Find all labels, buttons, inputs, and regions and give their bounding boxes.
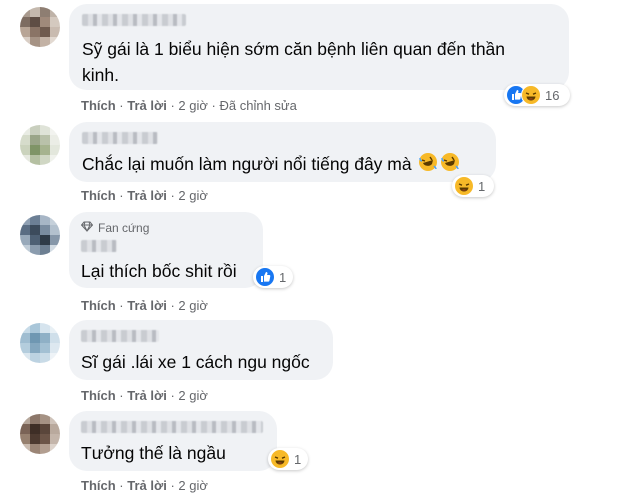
comment-bubble: Sỹ gái là 1 biểu hiện sớm căn bệnh liên … [69,4,569,90]
haha-icon [454,176,474,196]
reaction-summary[interactable]: 16 [504,84,570,106]
like-link[interactable]: Thích [81,188,116,203]
comment-text: Chắc lại muốn làm người nổi tiếng đây mà [82,151,460,179]
commenter-name[interactable] [81,330,159,342]
reaction-count: 16 [545,87,560,103]
reaction-count: 1 [294,451,302,467]
comment-actions: Thích · Trả lời · 2 giờ · Đã chỉnh sửa [81,98,297,113]
rofl-emoji [418,152,438,179]
timestamp[interactable]: 2 giờ [178,478,208,493]
comment-text: Tưởng thế là ngầu [81,443,226,463]
commenter-name[interactable] [81,240,117,252]
fan-badge: Fan cứng [80,221,150,235]
reaction-count: 1 [478,178,486,194]
haha-icon [521,85,541,105]
comment-actions: Thích · Trả lời · 2 giờ [81,478,208,493]
comment-text: Sĩ gái .lái xe 1 cách ngu ngốc [81,352,310,372]
like-link[interactable]: Thích [81,388,116,403]
comment-bubble: Chắc lại muốn làm người nổi tiếng đây mà [69,122,496,182]
badge-label: Fan cứng [98,221,150,235]
avatar[interactable] [20,215,60,255]
haha-icon [270,449,290,469]
edited-label: Đã chỉnh sửa [219,98,297,113]
like-link[interactable]: Thích [81,98,116,113]
reply-link[interactable]: Trả lời [127,298,167,313]
comment-bubble: Tưởng thế là ngầu [69,411,277,471]
reaction-summary[interactable]: 1 [268,448,308,470]
comment-text: Sỹ gái là 1 biểu hiện sớm căn bệnh liên … [82,39,506,59]
avatar[interactable] [20,7,60,47]
like-link[interactable]: Thích [81,478,116,493]
timestamp[interactable]: 2 giờ [178,98,208,113]
like-icon [255,267,275,287]
comment-actions: Thích · Trả lời · 2 giờ [81,188,208,203]
comment-actions: Thích · Trả lời · 2 giờ [81,298,208,313]
reaction-summary[interactable]: 1 [253,266,293,288]
comment-actions: Thích · Trả lời · 2 giờ [81,388,208,403]
reaction-summary[interactable]: 1 [452,175,494,197]
commenter-name[interactable] [82,132,158,144]
like-link[interactable]: Thích [81,298,116,313]
reaction-count: 1 [279,269,287,285]
commenter-name[interactable] [82,14,186,26]
diamond-icon [80,221,94,235]
rofl-emoji [440,152,460,179]
avatar[interactable] [20,414,60,454]
commenter-name[interactable] [81,421,263,433]
timestamp[interactable]: 2 giờ [178,298,208,313]
timestamp[interactable]: 2 giờ [178,188,208,203]
comment-text: kinh. [82,65,119,85]
reply-link[interactable]: Trả lời [127,188,167,203]
avatar[interactable] [20,323,60,363]
comment-bubble: Sĩ gái .lái xe 1 cách ngu ngốc [69,320,333,380]
comment-text-content: Chắc lại muốn làm người nổi tiếng đây mà [82,154,412,174]
reply-link[interactable]: Trả lời [127,98,167,113]
reply-link[interactable]: Trả lời [127,478,167,493]
avatar[interactable] [20,125,60,165]
timestamp[interactable]: 2 giờ [178,388,208,403]
comment-bubble: Fan cứng Lại thích bốc shit rồi [69,212,263,288]
comment-text: Lại thích bốc shit rồi [81,261,237,281]
reply-link[interactable]: Trả lời [127,388,167,403]
